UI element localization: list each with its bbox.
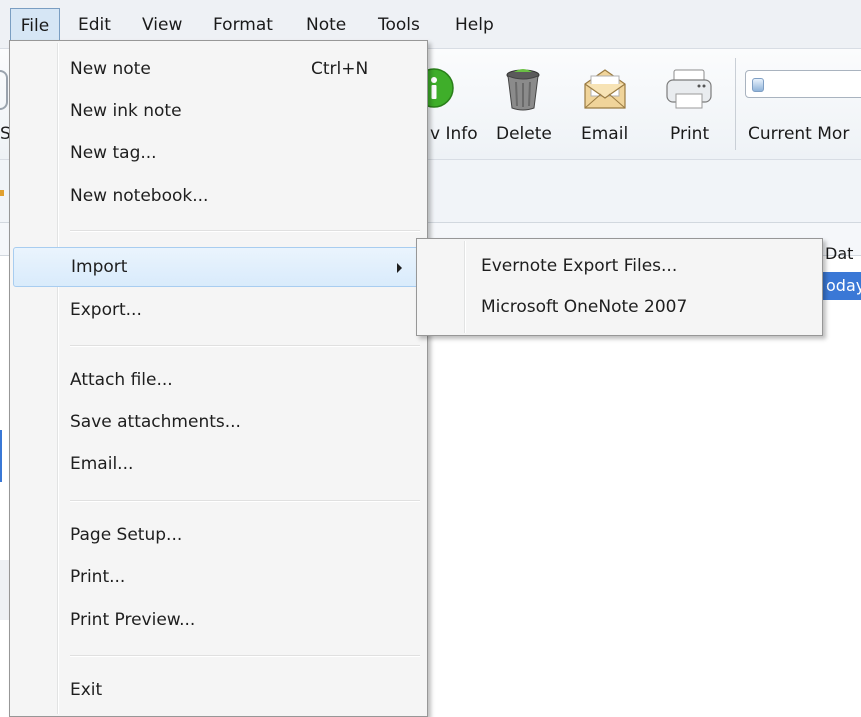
printer-icon[interactable]	[664, 66, 714, 112]
selected-note-date: oday	[826, 276, 861, 295]
search-slider-icon	[752, 78, 764, 92]
toolbar-print-label[interactable]: Print	[670, 124, 709, 144]
menu-separator	[70, 345, 420, 347]
menu-item-print-preview[interactable]: Print Preview...	[13, 601, 424, 641]
menu-item-print[interactable]: Print...	[13, 558, 424, 598]
date-column-header[interactable]: Dat	[825, 244, 853, 263]
trash-icon[interactable]	[502, 66, 544, 112]
menu-item-exit[interactable]: Exit	[13, 671, 424, 711]
menu-item-new-notebook[interactable]: New notebook...	[13, 177, 424, 217]
orange-marker-fragment	[0, 190, 4, 196]
menu-item-label: Email...	[70, 454, 134, 474]
toolbar-delete-label[interactable]: Delete	[496, 124, 552, 144]
menu-item-export[interactable]: Export...	[13, 291, 424, 331]
envelope-icon[interactable]	[581, 66, 629, 110]
toolbar-icon-fragment	[0, 70, 8, 110]
menu-item-import[interactable]: Import	[13, 247, 424, 287]
menu-item-new-ink-note[interactable]: New ink note	[13, 92, 424, 132]
menu-item-save-attachments[interactable]: Save attachments...	[13, 403, 424, 443]
menu-item-attach-file[interactable]: Attach file...	[13, 361, 424, 401]
file-menu: New note Ctrl+N New ink note New tag... …	[9, 40, 428, 717]
menu-view[interactable]: View	[142, 8, 182, 42]
menu-item-email[interactable]: Email...	[13, 445, 424, 485]
menu-item-label: Print...	[70, 567, 126, 587]
menu-tools[interactable]: Tools	[378, 8, 420, 42]
menu-note[interactable]: Note	[306, 8, 346, 42]
menu-item-label: Exit	[70, 680, 103, 700]
menu-item-page-setup[interactable]: Page Setup...	[13, 516, 424, 556]
menu-item-label: Export...	[70, 300, 142, 320]
menu-separator	[70, 500, 420, 502]
menu-item-new-note[interactable]: New note Ctrl+N	[13, 50, 424, 90]
selection-edge-fragment	[0, 430, 2, 482]
menu-item-label: New ink note	[70, 101, 182, 121]
submenu-arrow-icon	[397, 263, 402, 273]
search-input[interactable]	[745, 70, 861, 98]
menu-item-shortcut: Ctrl+N	[311, 59, 369, 79]
menu-item-label: Attach file...	[70, 370, 173, 390]
menu-item-label: New note	[70, 59, 151, 79]
menu-item-evernote-export[interactable]: Evernote Export Files...	[420, 247, 819, 287]
menu-separator	[70, 655, 420, 657]
menu-item-label: Import	[71, 257, 128, 277]
menu-item-new-tag[interactable]: New tag...	[13, 134, 424, 174]
menu-item-label: Microsoft OneNote 2007	[481, 297, 688, 317]
menu-item-onenote-2007[interactable]: Microsoft OneNote 2007	[420, 288, 819, 328]
menu-item-label: New notebook...	[70, 186, 209, 206]
menu-item-label: Evernote Export Files...	[481, 256, 678, 276]
current-mode-label[interactable]: Current Mor	[748, 124, 849, 144]
toolbar-info-label[interactable]: v Info	[430, 124, 478, 144]
menu-edit[interactable]: Edit	[78, 8, 111, 42]
import-submenu: Evernote Export Files... Microsoft OneNo…	[416, 238, 823, 336]
toolbar-email-label[interactable]: Email	[581, 124, 628, 144]
menu-item-label: Page Setup...	[70, 525, 183, 545]
menu-item-label: New tag...	[70, 143, 157, 163]
menu-item-label: Print Preview...	[70, 610, 196, 630]
toolbar-separator	[735, 58, 736, 150]
menu-help[interactable]: Help	[455, 8, 494, 42]
menu-separator	[70, 230, 420, 232]
menu-file[interactable]: File	[10, 8, 60, 42]
menu-format[interactable]: Format	[213, 8, 273, 42]
menu-item-label: Save attachments...	[70, 412, 241, 432]
